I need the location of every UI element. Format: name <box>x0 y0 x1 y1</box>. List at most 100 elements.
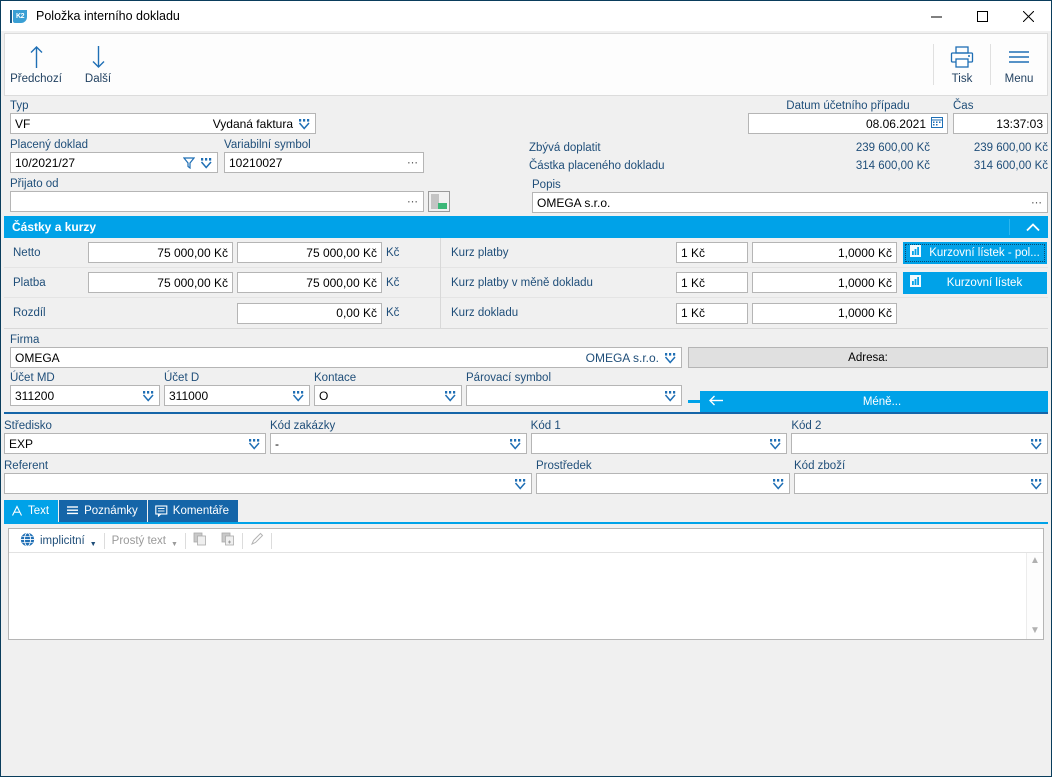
firma-section: Firma OMEGA OMEGA s.r.o. Účet MD 311200 <box>4 329 1048 412</box>
ellipsis-icon[interactable]: ⋯ <box>407 156 419 169</box>
copy-button[interactable] <box>186 531 214 551</box>
netto-label: Netto <box>4 247 88 259</box>
tab-poznamky[interactable]: Poznámky <box>59 500 147 522</box>
kod-zbozi-field[interactable] <box>794 473 1048 494</box>
chevron-down-icon[interactable] <box>444 390 457 402</box>
lines-icon <box>66 505 79 517</box>
chevron-down-icon[interactable] <box>664 390 677 402</box>
calendar-icon[interactable] <box>931 116 943 131</box>
chevron-down-icon[interactable] <box>1030 438 1043 450</box>
accent-line <box>688 400 700 403</box>
kod1-label: Kód 1 <box>531 419 788 433</box>
kurz-dokladu-rate-value: 1,0000 Kč <box>757 306 892 320</box>
amounts-section-header[interactable]: Částky a kurzy <box>4 216 1048 238</box>
ellipsis-icon[interactable]: ⋯ <box>1031 196 1043 209</box>
previous-button[interactable]: Předchozí <box>5 34 67 95</box>
status-indicator-box <box>428 191 450 212</box>
format-selector[interactable]: Prostý text ▼ <box>105 531 185 551</box>
prijato-od-field[interactable]: ⋯ <box>10 191 424 212</box>
kurz-platby-mena-unit[interactable]: 1 Kč <box>676 272 748 293</box>
netto-field-1[interactable]: 75 000,00 Kč <box>88 242 233 263</box>
kurz-platby-rate[interactable]: 1,0000 Kč <box>752 242 897 263</box>
menu-button[interactable]: Menu <box>991 34 1047 95</box>
chevron-down-icon[interactable] <box>142 390 155 402</box>
chevron-down-icon[interactable] <box>248 438 261 450</box>
edit-button[interactable] <box>243 531 271 551</box>
kurzovni-listek-button[interactable]: Kurzovní lístek <box>903 272 1047 294</box>
typ-code: VF <box>15 117 30 131</box>
comment-icon <box>155 505 168 517</box>
kurz-platby-unit[interactable]: 1 Kč <box>676 242 748 263</box>
prostredek-field[interactable] <box>536 473 790 494</box>
chevron-down-icon[interactable] <box>664 352 677 364</box>
platba-field-2[interactable]: 75 000,00 Kč <box>237 272 382 293</box>
rozdil-field-2[interactable]: 0,00 Kč <box>237 303 382 324</box>
ucet-d-field[interactable]: 311000 <box>164 385 310 406</box>
tab-komentare[interactable]: Komentáře <box>148 500 238 522</box>
close-button[interactable] <box>1005 1 1051 31</box>
chevron-down-icon[interactable] <box>772 478 785 490</box>
platba-value-2: 75 000,00 Kč <box>242 276 377 290</box>
kod1-field[interactable] <box>531 433 788 454</box>
maximize-button[interactable] <box>959 1 1005 31</box>
kurz-platby-mena-rate[interactable]: 1,0000 Kč <box>752 272 897 293</box>
filter-icon[interactable] <box>183 157 195 169</box>
ucet-md-field[interactable]: 311200 <box>10 385 160 406</box>
title-bar: K2 Položka interního dokladu <box>1 1 1051 31</box>
amounts-section-title: Částky a kurzy <box>12 220 96 234</box>
chevron-down-icon[interactable] <box>509 438 522 450</box>
kurz-dokladu-unit[interactable]: 1 Kč <box>676 303 748 324</box>
datum-field[interactable]: 08.06.2021 <box>748 113 948 134</box>
language-selector[interactable]: implicitní ▼ <box>13 531 104 551</box>
stredisko-field[interactable]: EXP <box>4 433 266 454</box>
amounts-right-column: Kurz platby 1 Kč 1,0000 Kč Kurzovní líst… <box>441 238 1048 328</box>
cas-label: Čas <box>953 99 1048 113</box>
kod2-field[interactable] <box>791 433 1048 454</box>
arrow-left-icon <box>708 395 724 409</box>
placeny-doklad-field[interactable]: 10/2021/27 <box>10 152 218 173</box>
chevron-down-icon[interactable] <box>514 478 527 490</box>
chevron-down-icon[interactable] <box>292 390 305 402</box>
amounts-grid: Netto 75 000,00 Kč 75 000,00 Kč Kč Platb… <box>4 238 1048 329</box>
chevron-up-icon[interactable] <box>1026 223 1040 232</box>
popis-field[interactable]: OMEGA s.r.o. ⋯ <box>532 192 1048 213</box>
scroll-down-arrow[interactable]: ▼ <box>1030 626 1040 636</box>
editor-scrollbar[interactable]: ▲ ▼ <box>1026 553 1043 639</box>
firma-field[interactable]: OMEGA OMEGA s.r.o. <box>10 347 682 368</box>
print-button[interactable]: Tisk <box>934 34 990 95</box>
minimize-button[interactable] <box>913 1 959 31</box>
mene-button[interactable]: Méně... <box>700 391 1048 412</box>
chevron-down-icon[interactable] <box>769 438 782 450</box>
scroll-up-arrow[interactable]: ▲ <box>1030 556 1040 566</box>
referent-field[interactable] <box>4 473 532 494</box>
chevron-down-icon[interactable] <box>298 118 311 130</box>
typ-label: Typ <box>10 99 525 113</box>
parovaci-symbol-label: Párovací symbol <box>466 371 682 385</box>
ellipsis-icon[interactable]: ⋯ <box>407 195 419 208</box>
kod-zakazky-label: Kód zakázky <box>270 419 527 433</box>
chevron-down-icon[interactable] <box>200 157 213 169</box>
netto-field-2[interactable]: 75 000,00 Kč <box>237 242 382 263</box>
variabilni-symbol-field[interactable]: 10210027 ⋯ <box>224 152 424 173</box>
chevron-down-icon[interactable]: ▼ <box>171 541 178 551</box>
kurzovni-listek-polozka-button[interactable]: Kurzovní lístek - pol... <box>903 242 1047 264</box>
editor-textarea[interactable] <box>9 553 1026 639</box>
paste-button[interactable] <box>214 531 242 551</box>
tab-text[interactable]: Text <box>4 500 58 522</box>
chevron-down-icon[interactable]: ▼ <box>90 541 97 551</box>
kontace-field[interactable]: O <box>314 385 462 406</box>
codes-section: Středisko EXP Kód zakázky - Kód 1 <box>4 414 1048 454</box>
next-button[interactable]: Další <box>67 34 129 95</box>
cas-field[interactable]: 13:37:03 <box>953 113 1048 134</box>
typ-field[interactable]: VF Vydaná faktura <box>10 113 316 134</box>
parovaci-symbol-field[interactable] <box>466 385 682 406</box>
kurz-row: Kurz platby 1 Kč 1,0000 Kč Kurzovní líst… <box>441 238 1048 268</box>
platba-currency: Kč <box>382 277 406 289</box>
editor-separator-4 <box>271 533 272 549</box>
chevron-down-icon[interactable] <box>1030 478 1043 490</box>
globe-icon <box>20 532 35 550</box>
text-a-icon <box>11 505 23 517</box>
kurz-dokladu-rate[interactable]: 1,0000 Kč <box>752 303 897 324</box>
kod-zakazky-field[interactable]: - <box>270 433 527 454</box>
platba-field-1[interactable]: 75 000,00 Kč <box>88 272 233 293</box>
